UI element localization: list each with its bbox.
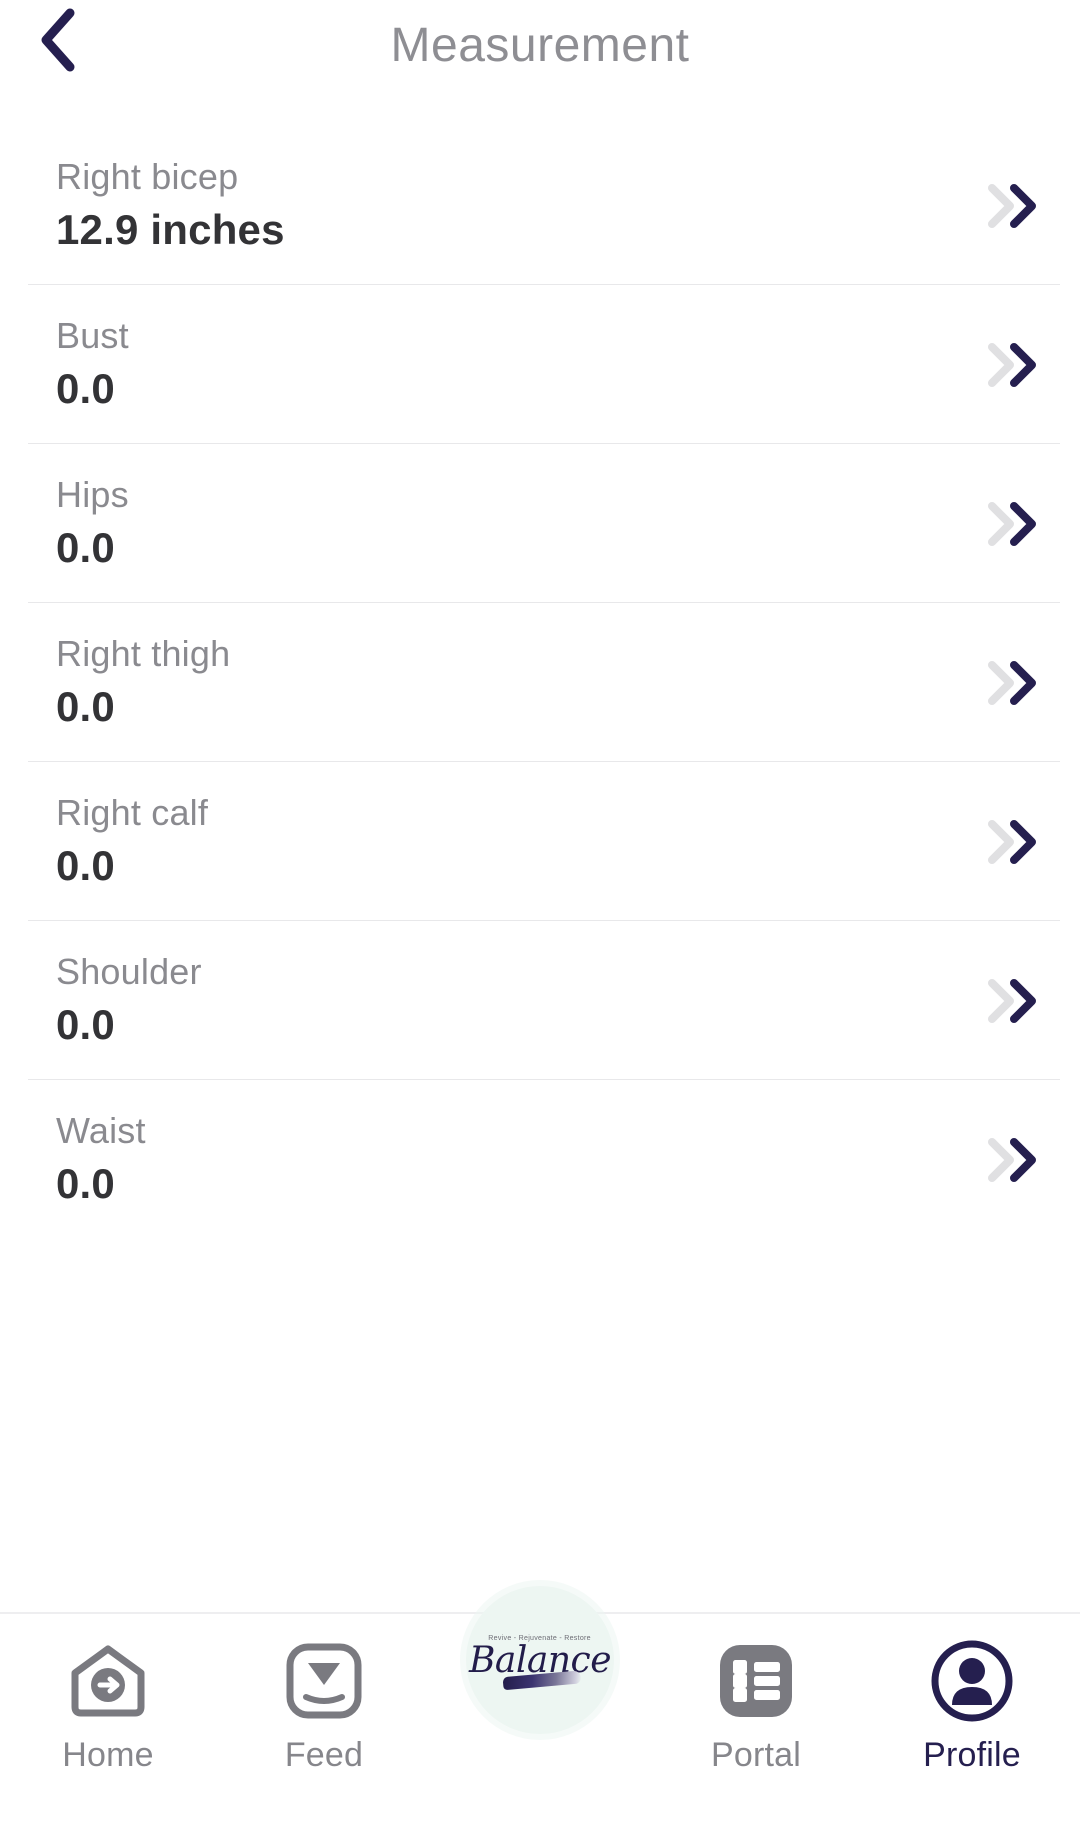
measurement-screen: Measurement Right bicep 12.9 inches Bust… (0, 0, 1080, 1822)
measurement-row-shoulder[interactable]: Shoulder 0.0 (0, 921, 1080, 1080)
double-chevron-right-icon[interactable] (962, 648, 1052, 718)
nav-item-feed[interactable]: Feed (216, 1614, 432, 1775)
measurement-label: Waist (56, 1110, 146, 1152)
measurement-row-right-bicep[interactable]: Right bicep 12.9 inches (0, 126, 1080, 285)
nav-label-feed: Feed (284, 1736, 364, 1774)
row-texts: Shoulder 0.0 (56, 951, 202, 1050)
measurement-label: Bust (56, 315, 129, 357)
row-texts: Right calf 0.0 (56, 792, 208, 891)
double-chevron-right-icon[interactable] (962, 489, 1052, 559)
measurement-value: 0.0 (56, 1000, 115, 1048)
back-button[interactable] (22, 4, 94, 76)
measurement-value: 12.9 inches (56, 205, 285, 253)
double-chevron-right-icon[interactable] (962, 966, 1052, 1036)
measurement-label: Right calf (56, 792, 209, 834)
row-texts: Right bicep 12.9 inches (56, 156, 285, 255)
double-chevron-right-icon[interactable] (962, 807, 1052, 877)
page-title: Measurement (390, 19, 690, 72)
logo-tagline: Revive - Rejuvenate - Restore (488, 1633, 592, 1642)
person-circle-icon (930, 1638, 1014, 1724)
measurement-value: 0.0 (56, 682, 115, 730)
row-texts: Waist 0.0 (56, 1110, 146, 1209)
row-texts: Bust 0.0 (56, 315, 129, 414)
double-chevron-right-icon[interactable] (962, 171, 1052, 241)
measurement-value: 0.0 (56, 364, 115, 412)
nav-item-portal[interactable]: Portal (648, 1614, 864, 1775)
nav-item-profile[interactable]: Profile (864, 1614, 1080, 1775)
list-grid-icon (716, 1638, 796, 1724)
nav-label-portal: Portal (710, 1736, 802, 1774)
row-texts: Right thigh 0.0 (56, 633, 230, 732)
inbox-download-icon (284, 1638, 364, 1724)
nav-label-profile: Profile (923, 1736, 1021, 1774)
measurement-row-waist[interactable]: Waist 0.0 (0, 1080, 1080, 1239)
measurement-label: Shoulder (56, 951, 202, 993)
measurement-value: 0.0 (56, 841, 115, 889)
page-header: Measurement (0, 0, 1080, 92)
double-chevron-right-icon[interactable] (962, 1125, 1052, 1195)
measurement-label: Right bicep (56, 156, 239, 198)
measurement-row-right-calf[interactable]: Right calf 0.0 (0, 762, 1080, 921)
double-chevron-right-icon[interactable] (962, 330, 1052, 400)
balance-logo-badge[interactable]: Revive - Rejuvenate - Restore Balance (466, 1586, 614, 1734)
nav-label-home: Home (62, 1736, 154, 1774)
measurement-value: 0.0 (56, 523, 115, 571)
chevron-left-icon (36, 8, 80, 72)
row-texts: Hips 0.0 (56, 474, 129, 573)
measurement-row-bust[interactable]: Bust 0.0 (0, 285, 1080, 444)
measurement-row-hips[interactable]: Hips 0.0 (0, 444, 1080, 603)
measurement-label: Hips (56, 474, 129, 516)
measurement-label: Right thigh (56, 633, 231, 675)
nav-item-home[interactable]: Home (0, 1614, 216, 1775)
measurement-value: 0.0 (56, 1159, 115, 1207)
measurement-list: Right bicep 12.9 inches Bust 0.0 Hips 0.… (0, 126, 1080, 1239)
measurement-row-right-thigh[interactable]: Right thigh 0.0 (0, 603, 1080, 762)
home-arrow-icon (67, 1638, 149, 1724)
